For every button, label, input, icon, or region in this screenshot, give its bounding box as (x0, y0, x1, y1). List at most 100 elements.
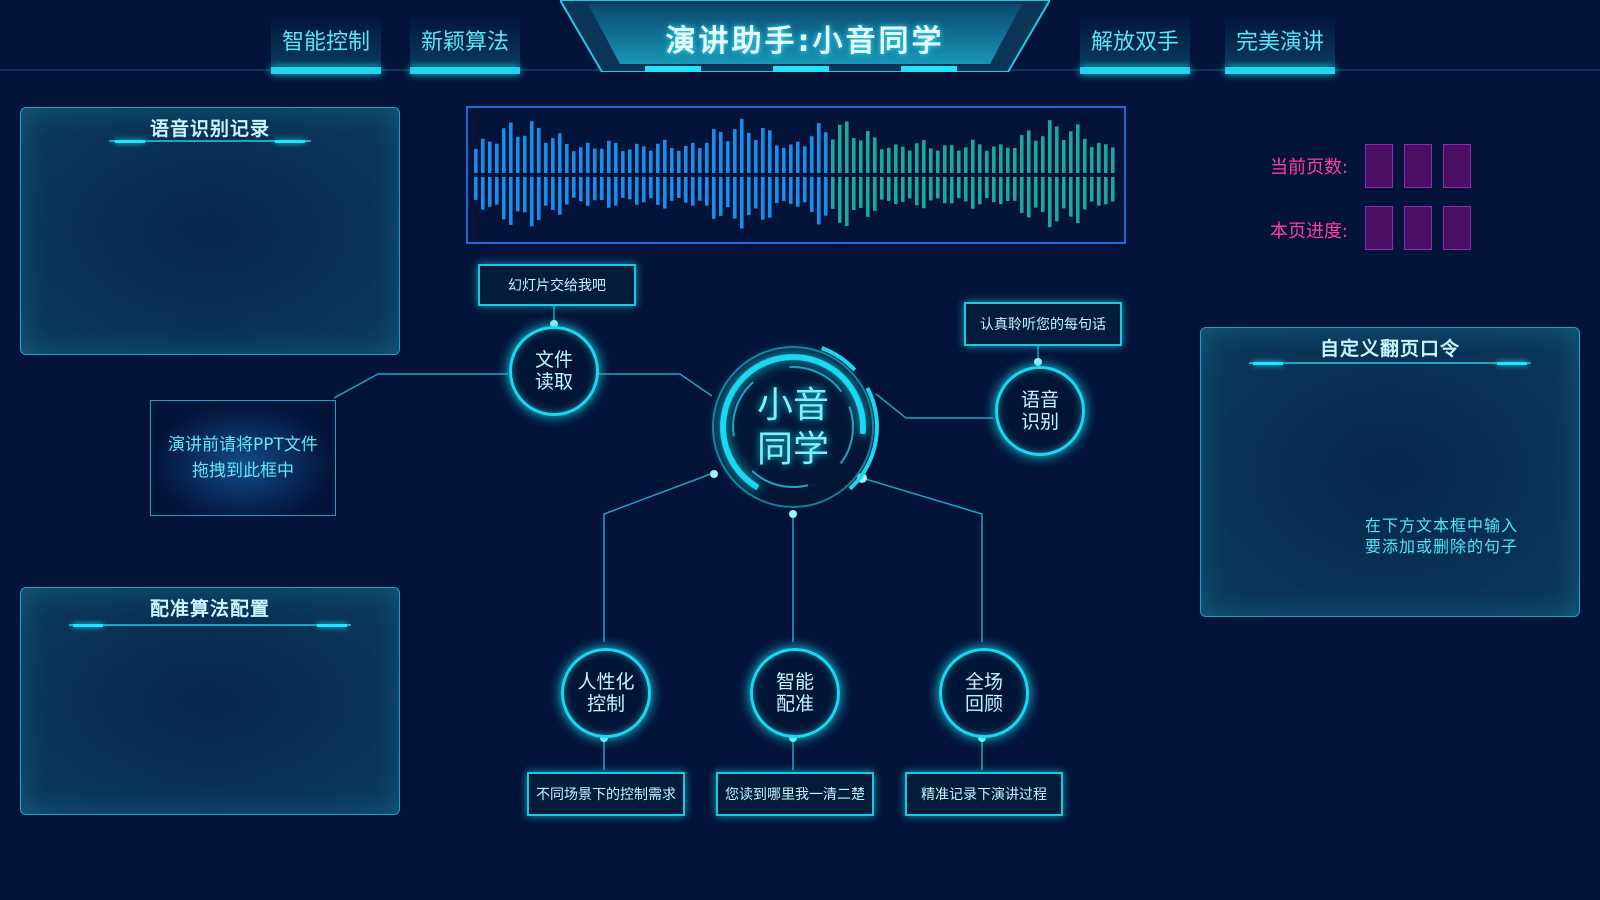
speech-log-panel[interactable]: 语音识别记录 (20, 107, 400, 355)
nav-tab-perfect-speech[interactable]: 完美演讲 (1225, 14, 1335, 74)
wave-bar (845, 177, 849, 226)
wave-bar (1027, 177, 1031, 218)
wave-bar (1041, 136, 1045, 173)
wave-bar (1062, 177, 1066, 209)
wave-bar (1111, 177, 1115, 202)
wave-bar (1083, 177, 1087, 210)
page-progress-label: 本页进度: (1270, 221, 1349, 242)
wave-bar (999, 144, 1003, 173)
wave-bar (502, 128, 506, 173)
wave-bar (530, 177, 534, 227)
wave-bar (943, 177, 947, 204)
wave-bar (838, 177, 842, 223)
custom-command-panel[interactable]: 自定义翻页口令 (1200, 327, 1580, 617)
wave-bar (1104, 177, 1108, 205)
wave-bar (810, 177, 814, 212)
wave-bar (740, 118, 744, 173)
wave-bar (495, 143, 499, 173)
control-node[interactable]: 人性化 控制 (561, 648, 651, 738)
wave-bar (852, 138, 856, 173)
wave-bar (873, 137, 877, 173)
wave-bar (747, 177, 751, 216)
wave-bar (761, 128, 765, 173)
drop-zone-line1: 演讲前请将PPT文件 (168, 435, 318, 455)
wave-bar (768, 130, 772, 173)
wave-bar (558, 177, 562, 215)
nav-tab-smart-control[interactable]: 智能控制 (271, 14, 381, 74)
wave-bar (1097, 142, 1101, 173)
wave-bar (1055, 126, 1059, 173)
wave-bar (670, 177, 674, 201)
wave-bar (803, 177, 807, 203)
wave-bar (796, 141, 800, 173)
wave-bar (635, 177, 639, 205)
wave-bar (600, 148, 604, 173)
wave-bar (621, 151, 625, 173)
wave-bar (1076, 177, 1080, 224)
file-read-node[interactable]: 文件 读取 (509, 326, 599, 416)
wave-bar (1048, 177, 1052, 228)
wave-bar (558, 133, 562, 173)
wave-bar (810, 136, 814, 173)
wave-bar (943, 145, 947, 173)
wave-bar (887, 177, 891, 201)
wave-bar (866, 177, 870, 217)
wave-bar (740, 177, 744, 229)
wave-bar (859, 177, 863, 208)
wave-bar (978, 144, 982, 173)
nav-tab-free-hands[interactable]: 解放双手 (1080, 14, 1190, 74)
speech-rec-node[interactable]: 语音 识别 (995, 366, 1085, 456)
wave-bar (670, 147, 674, 173)
align-label-1: 智能 (775, 671, 814, 693)
wave-bar (726, 141, 730, 173)
wave-bar (838, 124, 842, 173)
page-progress-digit-3 (1443, 206, 1471, 250)
app-title: 演讲助手:小音同学 (665, 24, 945, 59)
current-page-digit-1 (1365, 144, 1393, 188)
wave-bar (922, 177, 926, 209)
wave-bar (733, 177, 737, 219)
wave-bar (775, 177, 779, 204)
wave-bar (908, 177, 912, 199)
wave-bar (992, 177, 996, 203)
ppt-drop-zone[interactable]: 演讲前请将PPT文件 拖拽到此框中 (150, 400, 336, 516)
review-node[interactable]: 全场 回顾 (939, 648, 1029, 738)
wave-bar (1069, 177, 1073, 217)
wave-bar (894, 144, 898, 173)
wave-bar (684, 145, 688, 173)
wave-bar (880, 177, 884, 200)
wave-bar (971, 177, 975, 209)
speech-rec-label-1: 语音 (1020, 389, 1059, 411)
wave-bar (691, 177, 695, 206)
drop-zone-line2: 拖拽到此框中 (191, 461, 294, 481)
hub-center[interactable]: 小音 同学 (745, 384, 841, 472)
align-config-panel[interactable]: 配准算法配置 (20, 587, 400, 815)
wave-bar (621, 177, 625, 198)
wave-bar (649, 177, 653, 199)
wave-bar (537, 127, 541, 173)
wave-bar (516, 136, 520, 173)
divider (275, 140, 305, 143)
wave-bar (544, 142, 548, 173)
align-node[interactable]: 智能 配准 (750, 648, 840, 738)
wave-bar (964, 147, 968, 173)
wave-bar (796, 177, 800, 207)
nav-tab-novel-algorithm[interactable]: 新颖算法 (410, 14, 520, 74)
wave-bar (1034, 177, 1038, 208)
wave-bar (922, 140, 926, 173)
wave-bar (894, 177, 898, 205)
wave-bar (614, 177, 618, 206)
wave-bar (705, 142, 709, 173)
wave-bar (628, 149, 632, 173)
wave-bar (754, 139, 758, 173)
wave-bar (908, 150, 912, 173)
speech-log-title: 语音识别记录 (149, 118, 270, 140)
wave-bar (1013, 177, 1017, 201)
wave-bar (579, 177, 583, 202)
wave-bar (789, 144, 793, 173)
wave-bar (915, 143, 919, 173)
wave-bar (677, 150, 681, 173)
wave-bar (817, 123, 821, 173)
wave-bar (488, 177, 492, 207)
wave-bar (712, 128, 716, 173)
